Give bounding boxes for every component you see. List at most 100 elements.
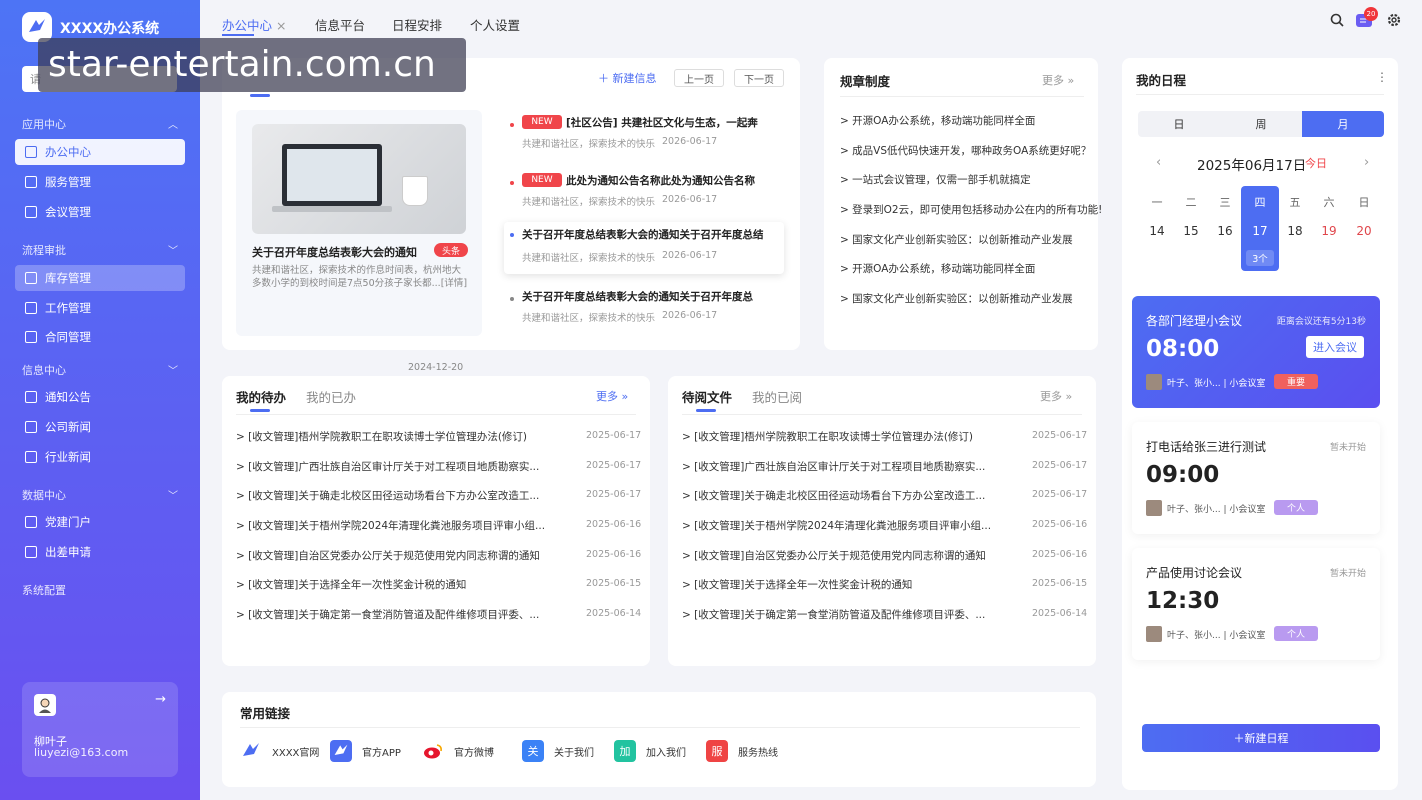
reading-item[interactable]: > [收文管理]关于确定第一食堂消防管道及配件维修项目评委、...	[682, 607, 985, 622]
sidebar-item-service[interactable]: 服务管理	[15, 169, 185, 195]
news-source: 共建和谐社区，探索技术的快乐	[522, 253, 656, 264]
sidebar-item-office-center[interactable]: 办公中心	[15, 139, 185, 165]
group-approval[interactable]: 流程审批 ﹀	[22, 242, 178, 258]
gear-icon[interactable]	[1387, 13, 1401, 31]
reading-item[interactable]: > [收文管理]梧州学院教职工在职攻读博士学位管理办法(修订)	[682, 429, 973, 444]
divider	[1136, 94, 1384, 95]
chevron-right-icon[interactable]: ›	[1364, 155, 1369, 170]
join-meeting-button[interactable]: 进入会议	[1306, 336, 1364, 358]
sidebar-item-company-news[interactable]: 公司新闻	[15, 414, 185, 440]
news-item[interactable]: 关于召开年度总结表彰大会的通知关于召开年度总 共建和谐社区，探索技术的快乐 20…	[510, 284, 784, 332]
search-icon[interactable]	[1330, 13, 1344, 31]
calendar-day[interactable]: 15	[1174, 224, 1208, 238]
calendar-day-selected[interactable]: 17	[1243, 224, 1277, 238]
tab-office-center[interactable]: 办公中心 ×	[222, 15, 286, 34]
calendar-day[interactable]: 19	[1312, 224, 1346, 238]
todo-item[interactable]: > [收文管理]关于确定第一食堂消防管道及配件维修项目评委、...	[236, 607, 539, 622]
calendar-day[interactable]: 16	[1208, 224, 1242, 238]
add-news-button[interactable]: ＋ 新建信息	[598, 70, 657, 86]
arrow-right-icon[interactable]: →	[155, 692, 166, 707]
featured-news[interactable]: 关于召开年度总结表彰大会的通知 头条 共建和谐社区，探索技术的作息时间表，杭州地…	[236, 110, 482, 373]
link-service-hotline[interactable]: 服服务热线	[706, 740, 778, 762]
meeting-title: 产品使用讨论会议	[1146, 566, 1243, 580]
sidebar-item-meeting[interactable]: 会议管理	[15, 199, 185, 225]
todo-item[interactable]: > [收文管理]梧州学院教职工在职攻读博士学位管理办法(修订)	[236, 429, 527, 444]
todo-item[interactable]: > [收文管理]关于确走北校区田径运动场看台下方办公室改造工...	[236, 488, 539, 503]
todo-item[interactable]: > [收文管理]关于选择全年一次性奖金计税的通知	[236, 577, 466, 592]
tab-day[interactable]: 日	[1138, 111, 1220, 137]
rule-item[interactable]: > 成品VS低代码快速开发，哪种政务OA系统更好呢？	[840, 143, 1091, 158]
todo-more-link[interactable]: 更多 »	[596, 388, 628, 404]
reading-item[interactable]: > [收文管理]自治区党委办公厅关于规范使用党内同志称谓的通知	[682, 548, 986, 563]
close-icon[interactable]: ×	[276, 18, 286, 33]
news-item[interactable]: NEW [社区公告] 共建社区文化与生态，一起奔 共建和谐社区，探索技术的快乐 …	[510, 110, 784, 158]
rule-item[interactable]: > 国家文化产业创新实验区：以创新推动产业发展	[840, 291, 1073, 306]
meeting-card[interactable]: 产品使用讨论会议 暂未开始 12:30 叶子、张小... | 小会议室 个人	[1132, 548, 1380, 660]
meeting-participants: 叶子、张小... | 小会议室	[1167, 505, 1266, 515]
news-item[interactable]: 关于召开年度总结表彰大会的通知关于召开年度总结 共建和谐社区，探索技术的快乐 2…	[504, 222, 784, 274]
sidebar-item-inventory[interactable]: 库存管理	[15, 265, 185, 291]
news-item[interactable]: NEW 此处为通知公告名称此处为通知公告名称 共建和谐社区，探索技术的快乐 20…	[510, 168, 784, 216]
rules-more-link[interactable]: 更多 »	[1042, 72, 1074, 88]
hotline-icon: 服	[706, 740, 728, 762]
next-page-button[interactable]: 下一页	[734, 69, 784, 87]
tab-to-read[interactable]: 待阅文件	[682, 387, 732, 406]
todo-item[interactable]: > [收文管理]自治区党委办公厅关于规范使用党内同志称谓的通知	[236, 548, 540, 563]
more-vertical-icon[interactable]: ⋮	[1376, 70, 1388, 84]
chevron-left-icon[interactable]: ‹	[1156, 155, 1161, 170]
new-schedule-button[interactable]: ＋ 新建日程	[1142, 724, 1380, 752]
reading-item[interactable]: > [收文管理]关于确走北校区田径运动场看台下方办公室改造工...	[682, 488, 985, 503]
rule-item[interactable]: > 开源OA办公系统，移动端功能同样全面	[840, 113, 1035, 128]
link-about-us[interactable]: 关关于我们	[522, 740, 594, 762]
tab-week[interactable]: 周	[1220, 111, 1302, 137]
link-official-weibo[interactable]: 官方微博	[422, 740, 494, 762]
sidebar-item-system-config[interactable]: 系统配置	[22, 582, 66, 598]
reading-item[interactable]: > [收文管理]关于选择全年一次性奖金计税的通知	[682, 577, 912, 592]
divider	[240, 727, 1080, 728]
contract-icon	[25, 331, 37, 343]
tab-read[interactable]: 我的已阅	[752, 387, 802, 406]
calendar-day[interactable]: 14	[1140, 224, 1174, 238]
reading-item[interactable]: > [收文管理]关于梧州学院2024年清理化粪池服务项目评审小组...	[682, 518, 991, 533]
user-card[interactable]: → 柳叶子 liuyezi@163.com	[22, 682, 178, 777]
todo-item[interactable]: > [收文管理]关于梧州学院2024年清理化粪池服务项目评审小组...	[236, 518, 545, 533]
tab-month[interactable]: 月	[1302, 111, 1384, 137]
link-official-app[interactable]: 官方APP	[330, 740, 401, 762]
sidebar-item-contract[interactable]: 合同管理	[15, 324, 185, 350]
tab-my-todo[interactable]: 我的待办	[236, 387, 286, 406]
rule-item[interactable]: > 登录到O2云，即可使用包括移动办公在内的所有功能!	[840, 202, 1102, 217]
rule-item[interactable]: > 一站式会议管理，仅需一部手机就搞定	[840, 172, 1031, 187]
chevron-down-icon: ﹀	[168, 366, 178, 377]
sidebar-item-label: 公司新闻	[45, 420, 91, 434]
rule-item[interactable]: > 国家文化产业创新实验区：以创新推动产业发展	[840, 232, 1073, 247]
group-app-center[interactable]: 应用中心 ︿	[22, 116, 178, 132]
tab-schedule[interactable]: 日程安排	[392, 15, 442, 34]
featured-title[interactable]: 关于召开年度总结表彰大会的通知	[252, 244, 417, 260]
reading-item[interactable]: > [收文管理]广西壮族自治区审计厅关于对工程项目地质勘察实...	[682, 459, 985, 474]
news-source: 共建和谐社区，探索技术的快乐	[522, 313, 656, 324]
rule-item[interactable]: > 开源OA办公系统，移动端功能同样全面	[840, 261, 1035, 276]
tab-underline	[222, 34, 254, 36]
tab-personal-settings[interactable]: 个人设置	[470, 15, 520, 34]
group-info-center[interactable]: 信息中心 ﹀	[22, 362, 178, 378]
sidebar-item-industry-news[interactable]: 行业新闻	[15, 444, 185, 470]
sidebar-item-notices[interactable]: 通知公告	[15, 384, 185, 410]
sidebar-item-travel[interactable]: 出差申请	[15, 539, 185, 565]
meeting-participants: 叶子、张小... | 小会议室	[1167, 631, 1266, 641]
sidebar-item-party[interactable]: 党建门户	[15, 509, 185, 535]
divider	[236, 414, 636, 415]
link-official-site[interactable]: XXXX官网	[240, 740, 319, 762]
group-data-center[interactable]: 数据中心 ﹀	[22, 487, 178, 503]
todo-item[interactable]: > [收文管理]广西壮族自治区审计厅关于对工程项目地质勘察实...	[236, 459, 539, 474]
sidebar-item-work[interactable]: 工作管理	[15, 295, 185, 321]
meeting-card[interactable]: 打电话给张三进行测试 暂未开始 09:00 叶子、张小... | 小会议室 个人	[1132, 422, 1380, 534]
today-link[interactable]: 今日	[1305, 155, 1327, 171]
meeting-card[interactable]: 各部门经理小会议 距离会议还有5分13秒 08:00 进入会议 叶子、张小...…	[1132, 296, 1380, 408]
tab-my-done[interactable]: 我的已办	[306, 387, 356, 406]
calendar-day[interactable]: 20	[1347, 224, 1381, 238]
calendar-day[interactable]: 18	[1278, 224, 1312, 238]
prev-page-button[interactable]: 上一页	[674, 69, 724, 87]
tab-info-platform[interactable]: 信息平台	[315, 15, 365, 34]
link-join-us[interactable]: 加加入我们	[614, 740, 686, 762]
reading-more-link[interactable]: 更多 »	[1040, 388, 1072, 404]
